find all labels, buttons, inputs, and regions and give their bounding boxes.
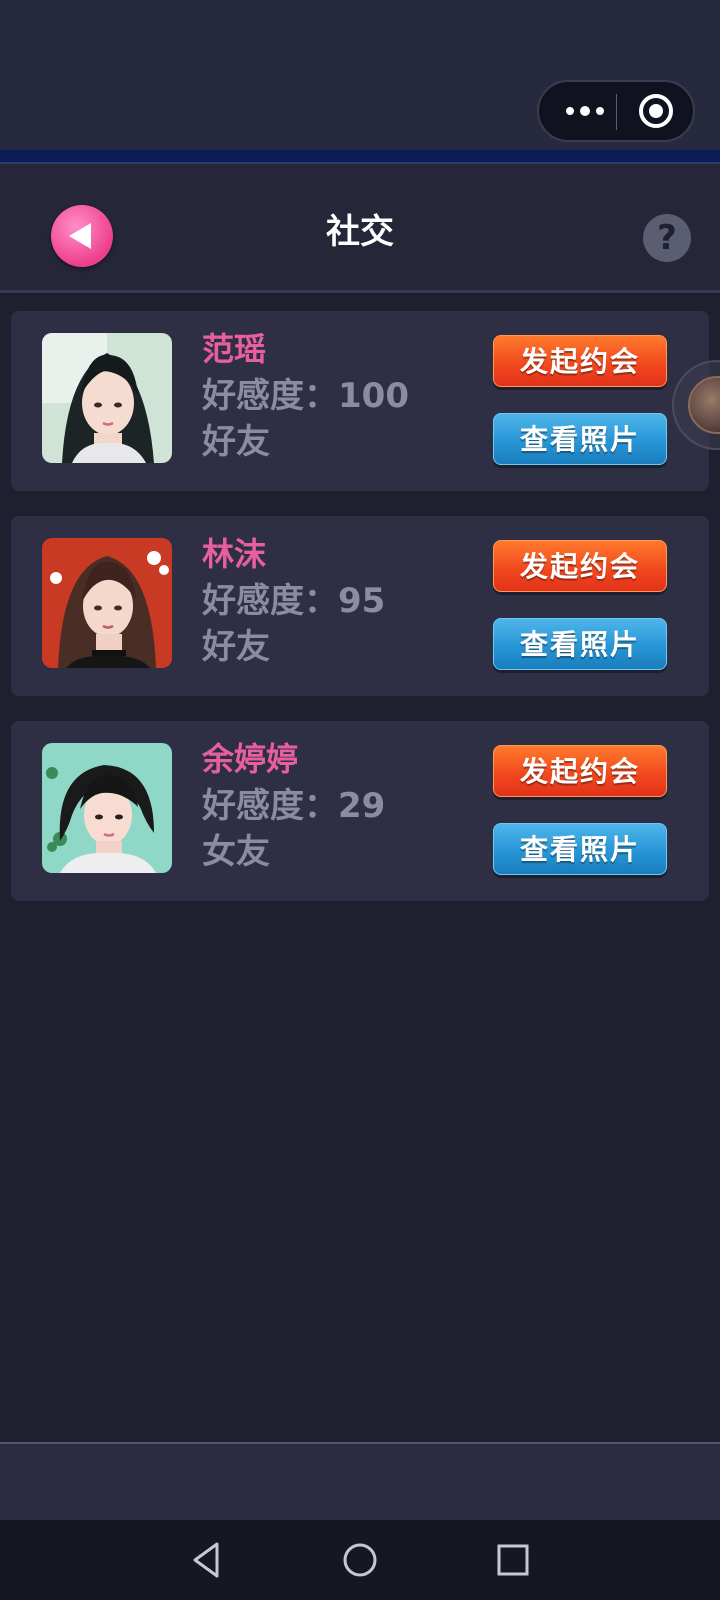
start-date-button[interactable]: 发起约会 bbox=[493, 540, 667, 592]
contact-card: 林沫 好感度：95 好友 发起约会 查看照片 bbox=[11, 516, 709, 696]
triangle-back-icon[interactable] bbox=[187, 1540, 227, 1580]
contact-card: 范瑶 好感度：100 好友 发起约会 查看照片 bbox=[11, 311, 709, 491]
miniprogram-capsule bbox=[537, 80, 695, 142]
system-nav-bar bbox=[0, 1520, 720, 1600]
relation-status: 女友 bbox=[202, 832, 270, 872]
view-photos-button[interactable]: 查看照片 bbox=[493, 413, 667, 465]
relation-status: 好友 bbox=[202, 627, 270, 667]
contact-name: 林沫 bbox=[202, 535, 267, 573]
contact-card: 余婷婷 好感度：29 女友 发起约会 查看照片 bbox=[11, 721, 709, 901]
page-title: 社交 bbox=[326, 212, 394, 252]
contact-name: 余婷婷 bbox=[202, 740, 299, 778]
floating-widget-icon bbox=[688, 376, 720, 434]
question-icon[interactable]: ? bbox=[643, 214, 691, 262]
circle-home-icon[interactable] bbox=[340, 1540, 380, 1580]
back-arrow-icon[interactable] bbox=[51, 205, 113, 267]
start-date-button[interactable]: 发起约会 bbox=[493, 745, 667, 797]
relation-status: 好友 bbox=[202, 422, 270, 462]
square-recent-icon[interactable] bbox=[493, 1540, 533, 1580]
view-photos-button[interactable]: 查看照片 bbox=[493, 823, 667, 875]
header-accent-line bbox=[0, 150, 720, 164]
bottom-bar bbox=[0, 1442, 720, 1522]
favor-value: 好感度：100 bbox=[202, 376, 409, 416]
top-status-bar bbox=[0, 0, 720, 150]
app-screen: 社交 ? 范瑶 好感度：100 好友 发起约会 查看照片 林沫 好感度：95 好… bbox=[0, 0, 720, 1600]
capsule-divider bbox=[616, 94, 617, 130]
target-circle-icon[interactable] bbox=[639, 94, 673, 128]
more-dots-icon[interactable] bbox=[561, 98, 609, 124]
avatar bbox=[42, 333, 172, 463]
page-header: 社交 ? bbox=[0, 164, 720, 293]
avatar bbox=[42, 743, 172, 873]
start-date-button[interactable]: 发起约会 bbox=[493, 335, 667, 387]
avatar bbox=[42, 538, 172, 668]
favor-value: 好感度：95 bbox=[202, 581, 386, 621]
contact-name: 范瑶 bbox=[202, 330, 267, 368]
view-photos-button[interactable]: 查看照片 bbox=[493, 618, 667, 670]
favor-value: 好感度：29 bbox=[202, 786, 386, 826]
